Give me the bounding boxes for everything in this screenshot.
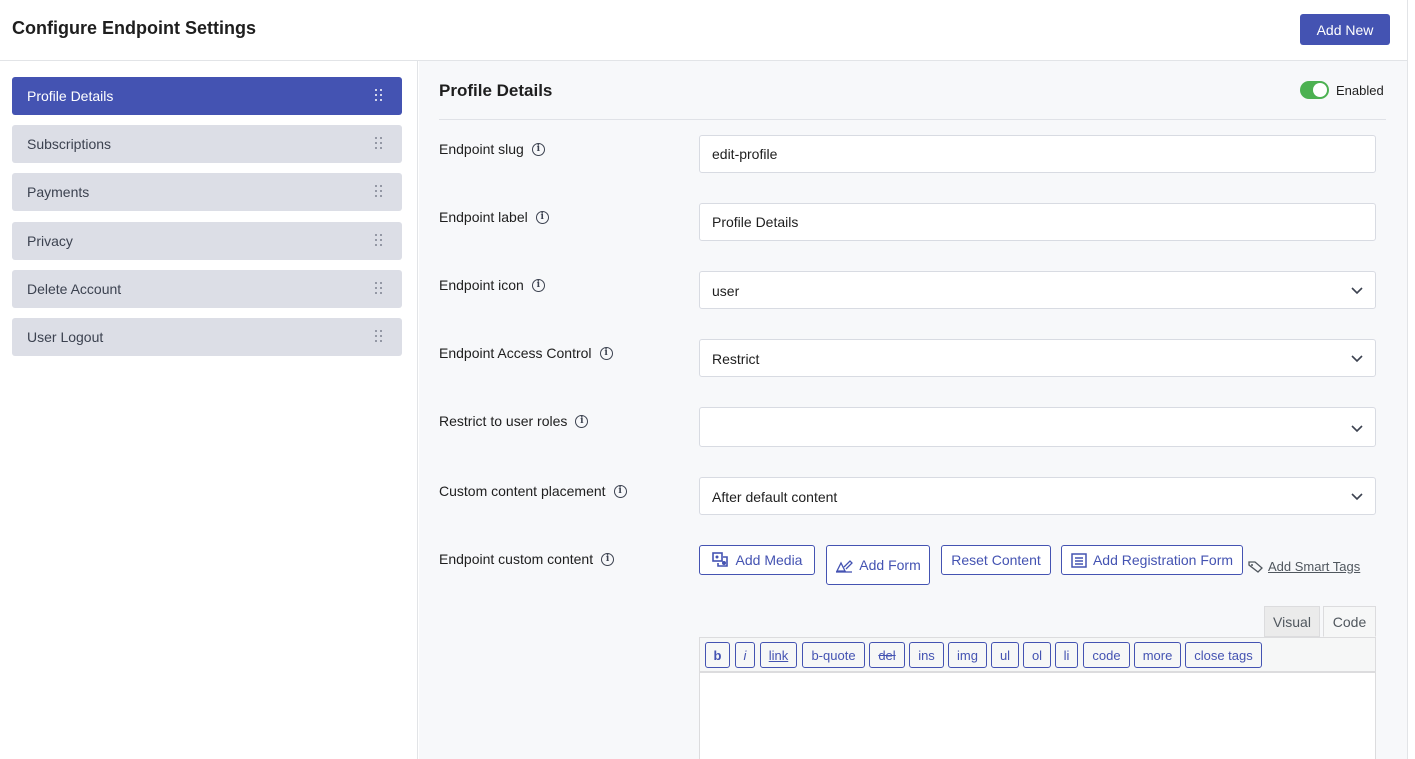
add-media-button[interactable]: Add Media xyxy=(699,545,815,575)
qt-del-button[interactable]: del xyxy=(869,642,905,668)
field-label-text: Endpoint label xyxy=(439,209,528,225)
drag-handle-icon[interactable] xyxy=(375,282,383,295)
media-icon xyxy=(711,552,728,567)
info-icon[interactable]: i xyxy=(535,210,549,224)
sidebar-item-payments[interactable]: Payments xyxy=(12,173,402,211)
enabled-label: Enabled xyxy=(1336,83,1384,98)
endpoint-label-input[interactable] xyxy=(699,203,1376,241)
qt-ins-button[interactable]: ins xyxy=(909,642,944,668)
window-scrollbar[interactable] xyxy=(1407,0,1415,759)
select-value: user xyxy=(712,283,740,299)
divider xyxy=(439,119,1386,120)
enabled-toggle[interactable] xyxy=(1300,81,1329,99)
quicktags-toolbar: b i link b-quote del ins img ul ol li co… xyxy=(699,637,1376,672)
info-icon[interactable]: i xyxy=(531,142,545,156)
info-icon[interactable]: i xyxy=(599,346,613,360)
qt-ol-button[interactable]: ol xyxy=(1023,642,1051,668)
user-roles-label: Restrict to user roles i xyxy=(439,413,589,429)
drag-handle-icon[interactable] xyxy=(375,185,383,198)
sidebar-item-profile-details[interactable]: Profile Details xyxy=(12,77,402,115)
tag-icon xyxy=(1248,560,1263,573)
qt-more-button[interactable]: more xyxy=(1134,642,1181,668)
panel-title: Profile Details xyxy=(439,81,553,100)
select-value: After default content xyxy=(712,489,838,505)
content-editor-textarea[interactable] xyxy=(699,672,1376,759)
sidebar-item-label: User Logout xyxy=(27,329,104,345)
endpoint-slug-label: Endpoint slug i xyxy=(439,141,545,157)
qt-img-button[interactable]: img xyxy=(948,642,987,668)
endpoint-label-label: Endpoint label i xyxy=(439,209,549,225)
field-label-text: Endpoint icon xyxy=(439,277,524,293)
qt-close-tags-button[interactable]: close tags xyxy=(1185,642,1262,668)
reset-content-button[interactable]: Reset Content xyxy=(941,545,1051,575)
button-label: Reset Content xyxy=(951,552,1041,568)
button-label: Add Media xyxy=(735,552,803,568)
top-bar: Configure Endpoint Settings Add New xyxy=(0,0,1407,61)
qt-bold-button[interactable]: b xyxy=(705,642,730,668)
qt-code-button[interactable]: code xyxy=(1083,642,1130,668)
qt-link-button[interactable]: link xyxy=(760,642,797,668)
drag-handle-icon[interactable] xyxy=(375,137,383,150)
content-placement-select[interactable]: After default content xyxy=(699,477,1376,515)
qt-ul-button[interactable]: ul xyxy=(991,642,1019,668)
info-icon[interactable]: i xyxy=(613,484,627,498)
sidebar-item-user-logout[interactable]: User Logout xyxy=(12,318,402,356)
sidebar-item-label: Subscriptions xyxy=(27,136,112,152)
content-placement-label: Custom content placement i xyxy=(439,483,627,499)
custom-content-label: Endpoint custom content i xyxy=(439,551,615,567)
endpoint-icon-select[interactable]: user xyxy=(699,271,1376,309)
sidebar-item-label: Delete Account xyxy=(27,281,122,297)
drag-handle-icon[interactable] xyxy=(375,234,383,247)
link-label: Add Smart Tags xyxy=(1268,559,1361,574)
field-label-text: Endpoint Access Control xyxy=(439,345,592,361)
drag-handle-icon[interactable] xyxy=(375,330,383,343)
page-title: Configure Endpoint Settings xyxy=(12,18,256,38)
select-value: Restrict xyxy=(712,351,760,367)
info-icon[interactable]: i xyxy=(601,552,615,566)
chevron-down-icon xyxy=(1351,355,1363,363)
qt-italic-button[interactable]: i xyxy=(735,642,755,668)
chevron-down-icon xyxy=(1351,493,1363,501)
drag-handle-icon[interactable] xyxy=(375,89,383,102)
endpoint-icon-label: Endpoint icon i xyxy=(439,277,545,293)
field-label-text: Endpoint custom content xyxy=(439,551,594,567)
form-icon xyxy=(836,560,854,573)
add-form-button[interactable]: Add Form xyxy=(826,545,930,585)
add-smart-tags-link[interactable]: Add Smart Tags xyxy=(1248,559,1360,574)
tab-code[interactable]: Code xyxy=(1323,606,1376,637)
toggle-knob xyxy=(1313,83,1327,97)
sidebar-item-label: Profile Details xyxy=(27,88,114,104)
button-label: Add Registration Form xyxy=(1092,552,1234,568)
button-label: Add Form xyxy=(859,557,921,573)
access-control-label: Endpoint Access Control i xyxy=(439,345,613,361)
endpoint-slug-input[interactable] xyxy=(699,135,1376,173)
add-registration-form-button[interactable]: Add Registration Form xyxy=(1061,545,1243,575)
tab-visual[interactable]: Visual xyxy=(1264,606,1320,637)
access-control-select[interactable]: Restrict xyxy=(699,339,1376,377)
sidebar-item-delete-account[interactable]: Delete Account xyxy=(12,270,402,308)
sidebar-item-label: Privacy xyxy=(27,233,73,249)
sidebar-item-label: Payments xyxy=(27,184,90,200)
field-label-text: Endpoint slug xyxy=(439,141,524,157)
qt-li-button[interactable]: li xyxy=(1055,642,1078,668)
settings-panel: Profile Details Enabled Endpoint slug i … xyxy=(419,61,1407,759)
sidebar-item-privacy[interactable]: Privacy xyxy=(12,222,402,260)
field-label-text: Custom content placement xyxy=(439,483,606,499)
sidebar-item-subscriptions[interactable]: Subscriptions xyxy=(12,125,402,163)
info-icon[interactable]: i xyxy=(575,414,589,428)
add-new-button[interactable]: Add New xyxy=(1300,14,1390,45)
qt-blockquote-button[interactable]: b-quote xyxy=(802,642,865,668)
chevron-down-icon xyxy=(1351,287,1363,295)
chevron-down-icon xyxy=(1351,425,1363,433)
info-icon[interactable]: i xyxy=(531,278,545,292)
registration-form-icon xyxy=(1071,552,1087,568)
endpoint-sidebar: Profile Details Subscriptions Payments P… xyxy=(0,61,418,759)
field-label-text: Restrict to user roles xyxy=(439,413,568,429)
user-roles-select[interactable] xyxy=(699,407,1376,447)
